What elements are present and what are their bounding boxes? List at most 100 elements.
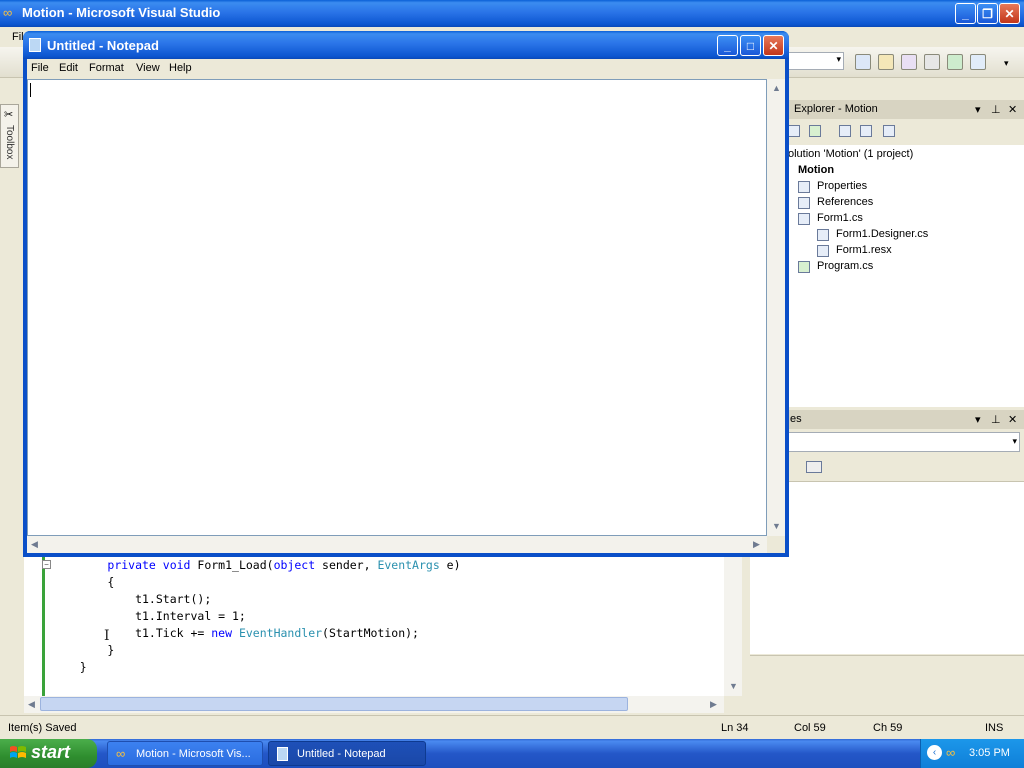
references-icon: [798, 197, 810, 209]
refresh-icon[interactable]: [809, 125, 821, 137]
tree-item-form1[interactable]: Form1.cs: [817, 212, 863, 224]
vs-menu-file[interactable]: Fil: [12, 31, 24, 43]
status-column: Col 59: [794, 722, 826, 734]
toolbox-icon: ✂: [4, 109, 14, 121]
code-line: t1.Interval = 1;: [52, 609, 246, 623]
tree-item-form1-resx[interactable]: Form1.resx: [836, 244, 892, 256]
status-line: Ln 34: [721, 722, 749, 734]
notepad-title-bar[interactable]: Untitled - Notepad _ □ ✕: [23, 31, 789, 59]
properties-title: es: [790, 413, 802, 425]
notepad-icon: [29, 38, 41, 52]
scroll-down-icon[interactable]: ▼: [772, 521, 781, 531]
notepad-vertical-scrollbar[interactable]: ▲ ▼: [767, 79, 785, 536]
window-position-dropdown-icon[interactable]: ▾: [975, 103, 981, 116]
scroll-right-icon[interactable]: ▶: [753, 539, 760, 550]
solution-explorer-icon[interactable]: [878, 54, 894, 70]
code-line: t1.Start();: [52, 592, 212, 606]
form-file-icon: [798, 213, 810, 225]
csharp-file-icon: [798, 261, 810, 273]
tree-item-form1-designer[interactable]: Form1.Designer.cs: [836, 228, 928, 240]
text-cursor-icon: I: [104, 628, 110, 644]
menu-view[interactable]: View: [136, 62, 160, 74]
code-vertical-scrollbar[interactable]: ▼: [724, 556, 742, 696]
properties-window-icon[interactable]: [901, 54, 917, 70]
view-code-icon[interactable]: [839, 125, 851, 137]
pin-icon[interactable]: ⊥: [991, 103, 1001, 116]
solution-explorer-header[interactable]: Explorer - Motion ▾ ⊥ ✕: [788, 100, 1024, 119]
windows-flag-icon: [10, 746, 26, 758]
toolbox-label: Toolbox: [4, 125, 15, 160]
close-icon[interactable]: ✕: [1008, 413, 1017, 426]
notepad-text-area[interactable]: [27, 79, 767, 536]
scroll-up-icon[interactable]: ▲: [772, 83, 781, 93]
start-button[interactable]: start: [0, 739, 97, 768]
solution-tree: olution 'Motion' (1 project) Motion Prop…: [788, 145, 1024, 407]
pin-icon[interactable]: ⊥: [991, 413, 1001, 426]
toolbox-tab[interactable]: ✂ Toolbox: [0, 104, 19, 168]
solution-config-combo[interactable]: ▾: [786, 52, 844, 70]
toolbox-tools-icon[interactable]: [924, 54, 940, 70]
code-line: private void Form1_Load(object sender, E…: [107, 558, 461, 572]
taskbar-item-label: Untitled - Notepad: [297, 748, 386, 760]
status-insert-mode: INS: [985, 722, 1004, 734]
tree-item-solution[interactable]: olution 'Motion' (1 project): [788, 148, 913, 160]
clock[interactable]: 3:05 PM: [969, 747, 1010, 759]
notepad-close-button[interactable]: ✕: [763, 35, 784, 56]
properties-folder-icon: [798, 181, 810, 193]
toolbar-overflow-icon[interactable]: ▾: [1004, 58, 1009, 69]
notepad-maximize-button[interactable]: □: [740, 35, 761, 56]
scroll-down-icon[interactable]: ▼: [729, 681, 738, 691]
find-in-files-icon[interactable]: [855, 54, 871, 70]
tree-item-references[interactable]: References: [817, 196, 873, 208]
vs-close-button[interactable]: ✕: [999, 3, 1020, 24]
notepad-horizontal-scrollbar[interactable]: ◀ ▶: [27, 536, 767, 553]
tree-item-program[interactable]: Program.cs: [817, 260, 873, 272]
properties-header[interactable]: es ▾ ⊥ ✕: [788, 410, 1024, 429]
resx-file-icon: [817, 245, 829, 257]
code-editor[interactable]: − private void Form1_Load(object sender,…: [24, 556, 742, 696]
view-designer-icon[interactable]: [860, 125, 872, 137]
taskbar-item-notepad[interactable]: Untitled - Notepad: [268, 741, 426, 766]
collapse-icon[interactable]: −: [42, 560, 51, 569]
notepad-minimize-button[interactable]: _: [717, 35, 738, 56]
properties-toolbar: [788, 455, 1024, 481]
code-horizontal-scroll-thumb[interactable]: [40, 697, 628, 711]
menu-help[interactable]: Help: [169, 62, 192, 74]
scroll-left-icon[interactable]: ◀: [28, 699, 35, 710]
close-icon[interactable]: ✕: [1008, 103, 1017, 116]
command-window-icon[interactable]: [970, 54, 986, 70]
designer-file-icon: [817, 229, 829, 241]
tray-app-icon[interactable]: ∞: [946, 745, 955, 760]
code-line: }: [52, 660, 87, 674]
solution-explorer-title: Explorer - Motion: [794, 103, 878, 115]
tree-item-properties[interactable]: Properties: [817, 180, 867, 192]
vs-title-bar[interactable]: ∞ Motion - Microsoft Visual Studio _ ❐ ✕: [0, 0, 1024, 27]
code-line: {: [52, 575, 115, 589]
vs-window-title: Motion - Microsoft Visual Studio: [22, 5, 221, 20]
start-page-icon[interactable]: [947, 54, 963, 70]
chevron-down-icon: ▾: [1012, 436, 1017, 446]
vs-restore-button[interactable]: ❐: [977, 3, 998, 24]
properties-object-combo[interactable]: ▾: [788, 432, 1020, 452]
visual-studio-icon: ∞: [116, 746, 126, 761]
menu-edit[interactable]: Edit: [59, 62, 78, 74]
tree-item-project[interactable]: Motion: [798, 164, 834, 176]
vs-minimize-button[interactable]: _: [955, 3, 976, 24]
scroll-left-icon[interactable]: ◀: [31, 539, 38, 550]
properties-description: [750, 655, 1024, 714]
size-grip[interactable]: [767, 536, 785, 553]
solution-explorer-toolbar: [788, 119, 1024, 145]
show-hidden-icons-icon[interactable]: ‹: [927, 745, 942, 760]
properties-icon[interactable]: [788, 125, 800, 137]
scroll-right-icon[interactable]: ▶: [710, 699, 717, 710]
menu-file[interactable]: File: [31, 62, 49, 74]
text-caret: [30, 83, 31, 97]
window-position-dropdown-icon[interactable]: ▾: [975, 413, 981, 426]
menu-format[interactable]: Format: [89, 62, 124, 74]
class-diagram-icon[interactable]: [883, 125, 895, 137]
notepad-icon: [277, 747, 288, 761]
notepad-menu-bar: File Edit Format View Help: [27, 59, 785, 79]
property-pages-icon[interactable]: [806, 461, 822, 473]
taskbar-item-visual-studio[interactable]: ∞ Motion - Microsoft Vis...: [107, 741, 263, 766]
system-tray: ‹ ∞ 3:05 PM: [920, 739, 1024, 768]
